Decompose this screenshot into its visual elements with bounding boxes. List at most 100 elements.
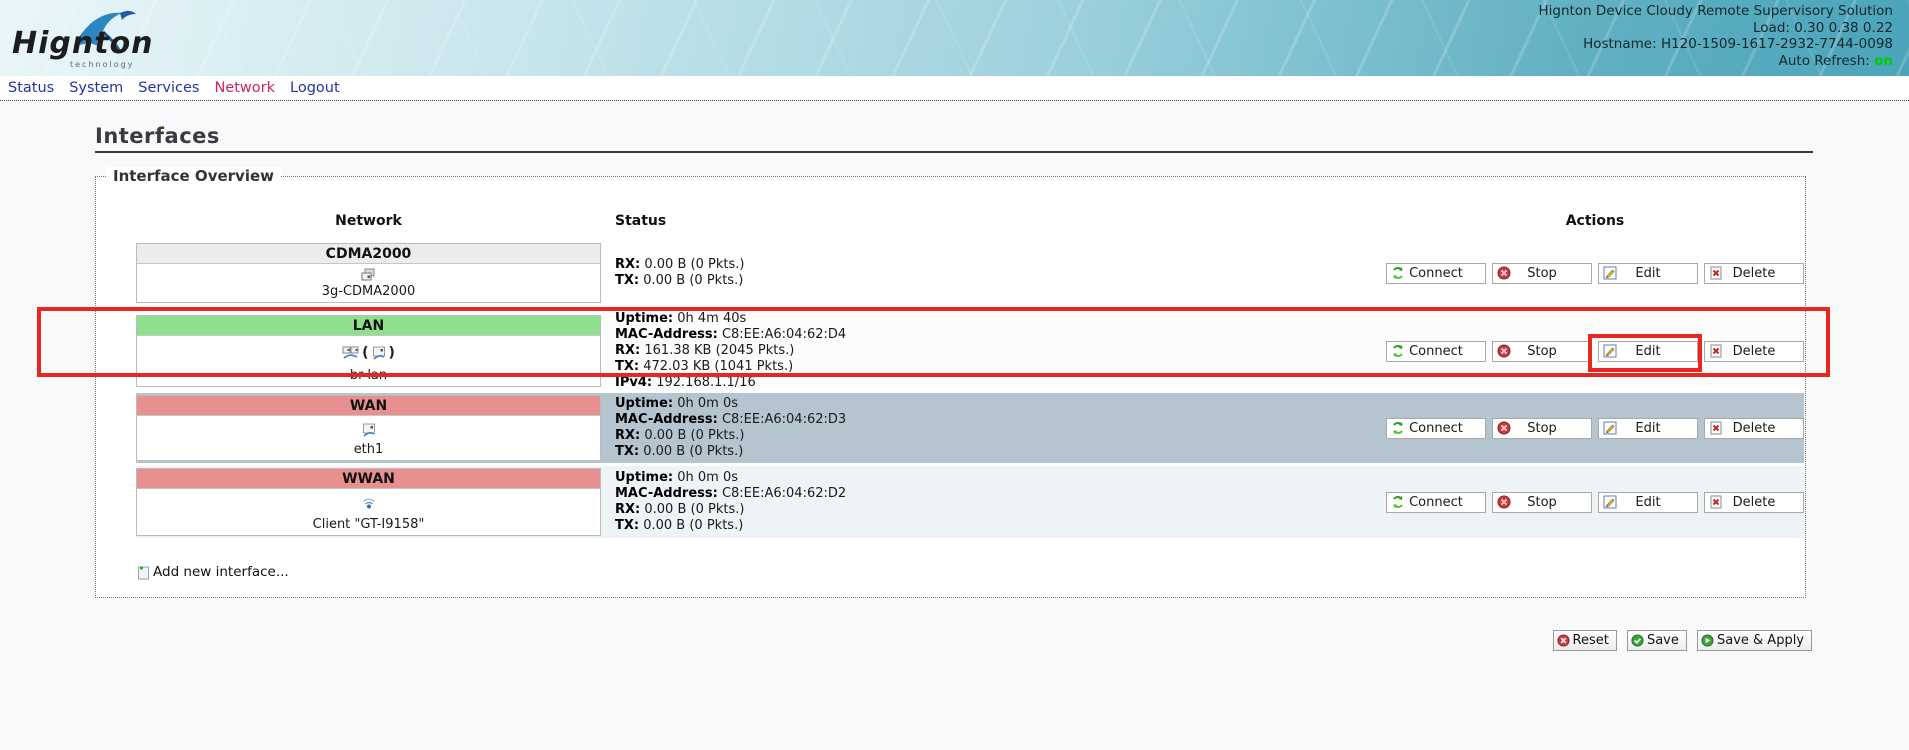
header-banner: Hignton technology Hignton Device Cloudy… — [0, 0, 1909, 76]
delete-icon — [1709, 266, 1723, 280]
stop-button[interactable]: Stop — [1492, 341, 1592, 362]
connect-button[interactable]: Connect — [1386, 418, 1486, 439]
status-line-ipv4: IPv4: 192.168.1.1/16 — [615, 375, 1386, 391]
refresh-icon — [1391, 495, 1405, 509]
status-line: Uptime: 0h 0m 0s — [615, 470, 1386, 486]
nav-item-network[interactable]: Network — [214, 80, 275, 96]
connect-button[interactable]: Connect — [1386, 492, 1486, 513]
product-line: Hignton Device Cloudy Remote Supervisory… — [1538, 3, 1893, 20]
status-line: TX: 0.00 B (0 Pkts.) — [615, 518, 1386, 534]
delete-button[interactable]: Delete — [1704, 341, 1804, 362]
nav-item-system[interactable]: System — [69, 80, 123, 96]
brand-logo: Hignton technology — [12, 8, 182, 70]
nav-item-services[interactable]: Services — [138, 80, 199, 96]
device-info-block: Hignton Device Cloudy Remote Supervisory… — [1538, 3, 1893, 69]
refresh-icon — [1391, 421, 1405, 435]
reset-icon — [1557, 634, 1570, 647]
save-apply-button[interactable]: Save & Apply — [1697, 630, 1812, 651]
stop-button[interactable]: Stop — [1492, 492, 1592, 513]
edit-button[interactable]: Edit — [1598, 263, 1698, 284]
logo-text: Hignton — [12, 26, 154, 61]
interface-name: eth1 — [137, 442, 600, 460]
interfaces-table: Network Status Actions CDMA2000 3g-CDMA2… — [136, 213, 1804, 538]
delete-button[interactable]: Delete — [1704, 492, 1804, 513]
delete-button[interactable]: Delete — [1704, 418, 1804, 439]
actions-cell: Connect Stop Edit Delete — [1386, 263, 1804, 284]
auto-refresh-status: on — [1874, 53, 1893, 69]
status-line: MAC-Address: C8:EE:A6:04:62:D4 — [615, 327, 1386, 343]
status-line: Uptime: 0h 4m 40s — [615, 311, 1386, 327]
edit-icon — [1603, 266, 1617, 280]
actions-cell: Connect Stop Edit Delete — [1386, 341, 1804, 362]
status-line: Uptime: 0h 0m 0s — [615, 396, 1386, 412]
status-cell: Uptime: 0h 0m 0s MAC-Address: C8:EE:A6:0… — [601, 396, 1386, 460]
page-title: Interfaces — [95, 124, 220, 148]
reset-button[interactable]: Reset — [1553, 630, 1617, 651]
paren-close: ) — [389, 345, 395, 361]
paren-open: ( — [362, 345, 368, 361]
auto-refresh-line: Auto Refresh: on — [1538, 53, 1893, 70]
edit-icon — [1603, 421, 1617, 435]
interface-overview-section: Interface Overview Network Status Action… — [95, 176, 1806, 598]
delete-button[interactable]: Delete — [1704, 263, 1804, 284]
hostname-line: Hostname: H120-1509-1617-2932-7744-0098 — [1538, 36, 1893, 53]
bridge-ports-icon — [342, 346, 359, 360]
stop-button[interactable]: Stop — [1492, 263, 1592, 284]
table-row-wan: WAN eth1 Uptime: 0h 0m 0s MAC-Address: C… — [136, 393, 1804, 463]
edit-button-lan[interactable]: Edit — [1598, 341, 1698, 362]
network-cell: LAN ( ) br-lan — [136, 313, 601, 389]
main-nav: Status System Services Network Logout — [0, 76, 1909, 101]
stop-icon — [1497, 266, 1511, 280]
network-box: CDMA2000 3g-CDMA2000 — [136, 243, 601, 303]
status-line: TX: 0.00 B (0 Pkts.) — [615, 273, 1386, 289]
modem-3g-icon — [361, 268, 376, 282]
save-button[interactable]: Save — [1627, 630, 1687, 651]
status-line: RX: 0.00 B (0 Pkts.) — [615, 428, 1386, 444]
title-underline — [95, 151, 1813, 153]
status-line: MAC-Address: C8:EE:A6:04:62:D3 — [615, 412, 1386, 428]
network-cell: WAN eth1 — [136, 393, 601, 463]
add-new-interface-link[interactable]: Add new interface... — [136, 564, 289, 580]
refresh-icon — [1391, 266, 1405, 280]
delete-icon — [1709, 421, 1723, 435]
actions-cell: Connect Stop Edit Delete — [1386, 492, 1804, 513]
network-cell: WWAN Client "GT-I9158" — [136, 466, 601, 538]
table-row-cdma2000: CDMA2000 3g-CDMA2000 RX: 0.00 B (0 Pkts.… — [136, 241, 1804, 305]
save-icon — [1631, 634, 1644, 647]
table-header-row: Network Status Actions — [136, 213, 1804, 235]
table-row-wwan: WWAN Client "GT-I9158" Uptime: 0h 0m 0s … — [136, 466, 1804, 538]
edit-button[interactable]: Edit — [1598, 418, 1698, 439]
status-line: RX: 161.38 KB (2045 Pkts.) — [615, 343, 1386, 359]
logo-subtitle: technology — [70, 60, 134, 69]
delete-icon — [1709, 344, 1723, 358]
table-row-lan: LAN ( ) br-lan — [136, 313, 1804, 389]
load-value: 0.30 0.38 0.22 — [1794, 20, 1893, 36]
load-line: Load: 0.30 0.38 0.22 — [1538, 20, 1893, 37]
actions-cell: Connect Stop Edit Delete — [1386, 418, 1804, 439]
stop-icon — [1497, 421, 1511, 435]
column-header-network: Network — [136, 213, 601, 235]
network-name-badge: WAN — [137, 396, 600, 416]
status-cell: Uptime: 0h 4m 40s MAC-Address: C8:EE:A6:… — [601, 311, 1386, 391]
stop-button[interactable]: Stop — [1492, 418, 1592, 439]
column-header-status: Status — [601, 213, 1386, 235]
stop-icon — [1497, 344, 1511, 358]
edit-icon — [1603, 344, 1617, 358]
status-cell: RX: 0.00 B (0 Pkts.) TX: 0.00 B (0 Pkts.… — [601, 257, 1386, 289]
add-icon — [136, 565, 151, 580]
refresh-icon — [1391, 344, 1405, 358]
interface-name: br-lan — [137, 368, 600, 386]
edit-button[interactable]: Edit — [1598, 492, 1698, 513]
nav-item-status[interactable]: Status — [8, 80, 54, 96]
connect-button[interactable]: Connect — [1386, 263, 1486, 284]
column-header-actions: Actions — [1386, 213, 1804, 235]
connect-button[interactable]: Connect — [1386, 341, 1486, 362]
network-box: WAN eth1 — [136, 395, 601, 461]
edit-icon — [1603, 495, 1617, 509]
interface-name: Client "GT-I9158" — [137, 517, 600, 535]
delete-icon — [1709, 495, 1723, 509]
stop-icon — [1497, 495, 1511, 509]
nav-item-logout[interactable]: Logout — [290, 80, 340, 96]
status-line: RX: 0.00 B (0 Pkts.) — [615, 502, 1386, 518]
network-name-badge: CDMA2000 — [137, 244, 600, 264]
